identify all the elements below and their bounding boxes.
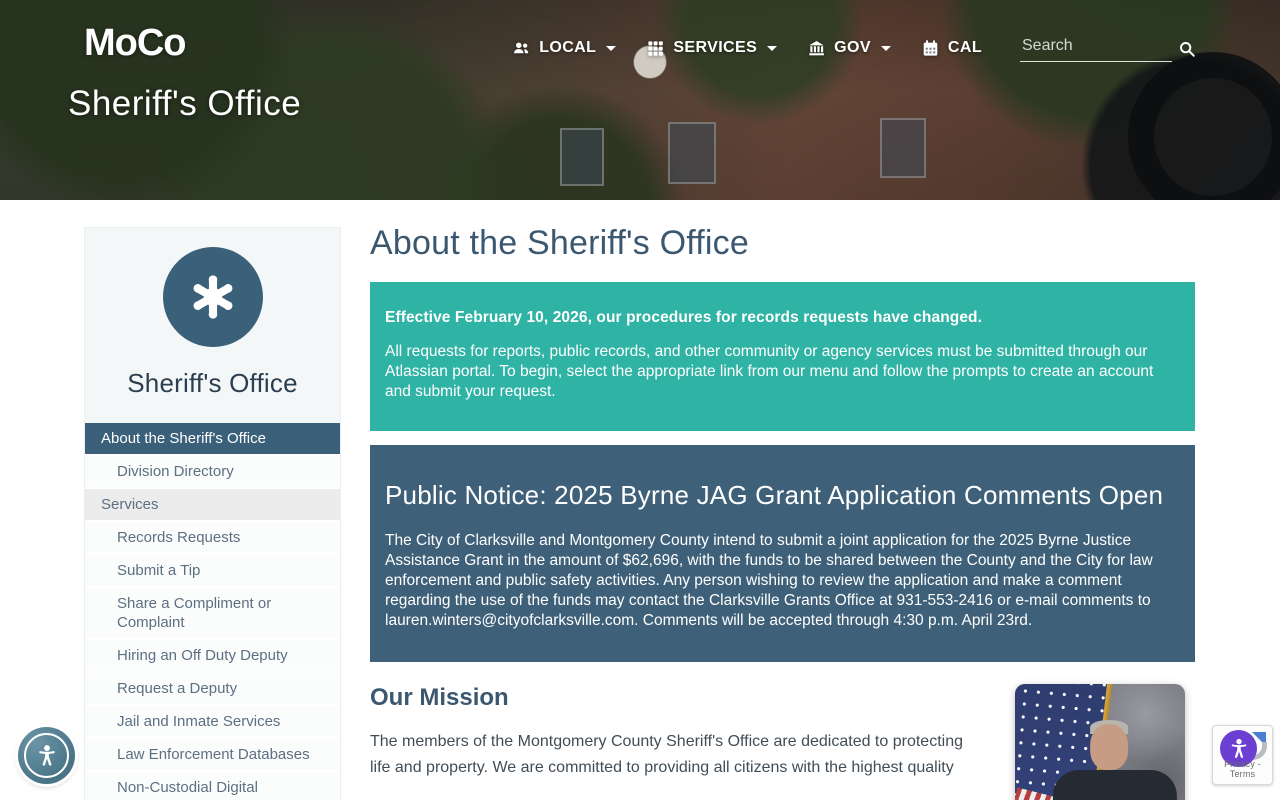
mission-body: The members of the Montgomery County She…: [370, 733, 963, 776]
nav-item-label: SERVICES: [673, 39, 758, 56]
sidebar-item-jail-and-inmate-services[interactable]: Jail and Inmate Services: [85, 706, 340, 739]
page-title: Sheriff's Office: [68, 84, 302, 123]
sheriff-star-icon: [162, 247, 263, 347]
page: MoCo LOCAL SERVICES GOV CAL Sheriff's Offic…: [0, 0, 1280, 800]
sheriff-uniform: [1052, 770, 1177, 800]
content-heading: About the Sheriff's Office: [370, 224, 749, 262]
sidebar-item-division-directory[interactable]: Division Directory: [85, 456, 340, 489]
records-notice-lead: Effective February 10, 2026, our procedu…: [385, 309, 983, 326]
nav-item-services[interactable]: SERVICES: [646, 39, 778, 58]
sidebar-item-law-enforcement-databases[interactable]: Law Enforcement Databases: [85, 739, 340, 772]
records-notice-banner: Effective February 10, 2026, our procedu…: [370, 282, 1195, 431]
search-icon[interactable]: [1178, 40, 1196, 62]
nav-item-gov[interactable]: GOV: [807, 39, 891, 58]
nav-item-local[interactable]: LOCAL: [512, 39, 617, 58]
nav-item-label: GOV: [834, 39, 871, 56]
main-nav: LOCAL SERVICES GOV CAL: [512, 34, 1196, 62]
chevron-down-icon: [767, 45, 778, 51]
chevron-down-icon: [606, 45, 617, 51]
search-box: [1020, 34, 1196, 62]
sidebar-item-services[interactable]: Services: [85, 489, 340, 522]
public-notice-body: The City of Clarksville and Montgomery C…: [385, 532, 1153, 629]
recaptcha-badge[interactable]: Privacy - Terms: [1212, 725, 1273, 785]
sidebar-item-non-custodial-digital-fingerprinting[interactable]: Non-Custodial Digital Fingerprinting: [85, 772, 340, 800]
calendar-icon: [921, 39, 940, 58]
sidebar-item-about-the-sheriff-s-office[interactable]: About the Sheriff's Office: [85, 423, 340, 456]
sidebar-title: Sheriff's Office: [127, 368, 298, 398]
public-notice-title: Public Notice: 2025 Byrne JAG Grant Appl…: [385, 480, 1164, 510]
sidebar: Sheriff's Office About the Sheriff's Off…: [84, 227, 341, 800]
chevron-down-icon: [880, 45, 891, 51]
mission-section: Our Mission The members of the Montgomer…: [370, 684, 1195, 800]
accessibility-widget-button[interactable]: [18, 727, 75, 784]
accessibility-icon: [24, 733, 69, 778]
mission-heading: Our Mission: [370, 684, 509, 711]
recaptcha-privacy-terms[interactable]: Privacy - Terms: [1213, 759, 1272, 779]
bank-icon: [807, 39, 826, 58]
sheriff-portrait-photo: [1015, 684, 1185, 800]
sidebar-card: Sheriff's Office: [85, 228, 340, 423]
sidebar-item-share-a-compliment-or-complaint[interactable]: Share a Compliment or Complaint: [85, 588, 340, 640]
header-hero-photo: MoCo LOCAL SERVICES GOV CAL Sheriff's Offic…: [0, 0, 1280, 200]
sidebar-item-submit-a-tip[interactable]: Submit a Tip: [85, 555, 340, 588]
users-icon: [512, 39, 531, 58]
grid-icon: [646, 39, 665, 58]
nav-item-label: CAL: [947, 39, 982, 56]
building-window: [668, 122, 716, 184]
sidebar-item-records-requests[interactable]: Records Requests: [85, 522, 340, 555]
sidebar-item-request-a-deputy[interactable]: Request a Deputy: [85, 673, 340, 706]
building-window: [560, 128, 604, 186]
nav-item-cal[interactable]: CAL: [921, 39, 982, 58]
nav-item-label: LOCAL: [539, 39, 597, 56]
sidebar-menu: About the Sheriff's Office Division Direc…: [85, 423, 340, 800]
moco-logo[interactable]: MoCo: [84, 22, 187, 65]
main-content: About the Sheriff's Office Effective Feb…: [370, 224, 1195, 800]
records-notice-body: All requests for reports, public records…: [385, 343, 1154, 400]
sidebar-item-hiring-an-off-duty-deputy[interactable]: Hiring an Off Duty Deputy: [85, 640, 340, 673]
sheriff-face: [1090, 724, 1129, 770]
mission-text-column: Our Mission The members of the Montgomer…: [370, 684, 965, 781]
building-window: [880, 118, 926, 178]
cannon-wheel: [1128, 52, 1280, 200]
public-notice-banner: Public Notice: 2025 Byrne JAG Grant Appl…: [370, 445, 1195, 662]
search-input[interactable]: [1020, 34, 1172, 62]
